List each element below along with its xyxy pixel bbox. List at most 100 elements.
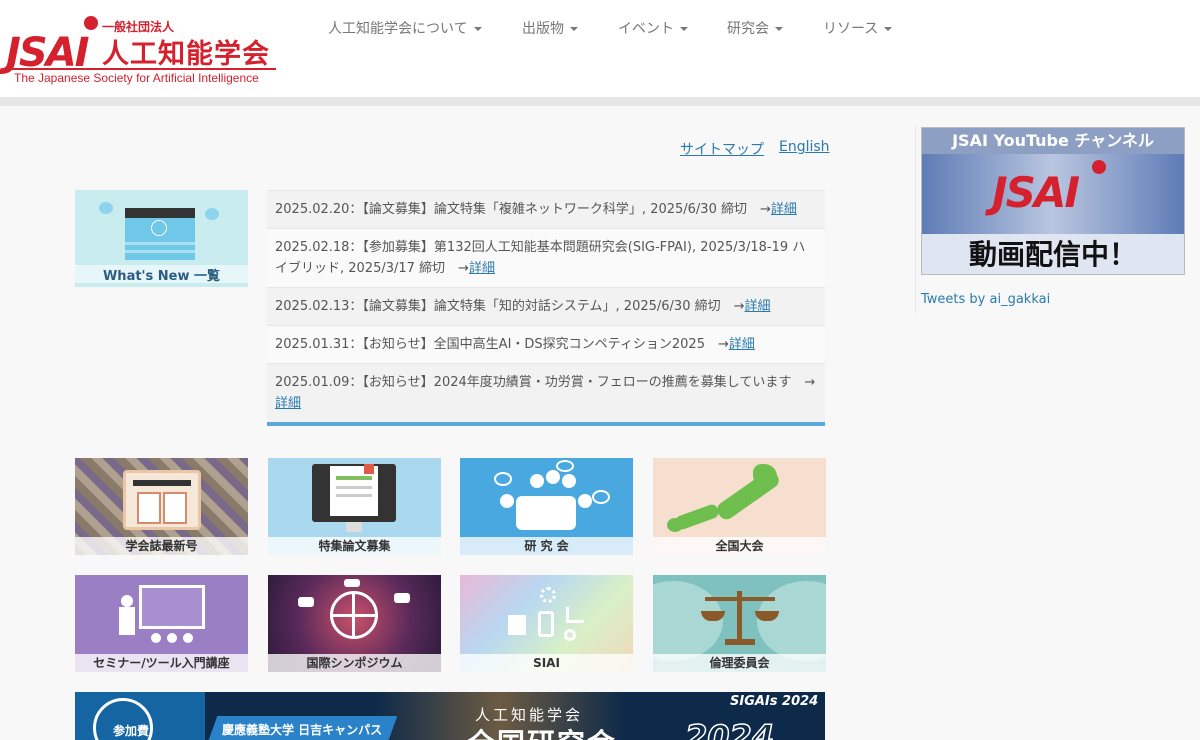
sidebar-divider <box>915 125 916 313</box>
nav-resources[interactable]: リソース <box>823 18 893 38</box>
caret-down-icon <box>775 27 783 31</box>
nav-events[interactable]: イベント <box>618 18 688 38</box>
nav-resources-label: リソース <box>823 21 879 37</box>
person-icon <box>500 494 514 508</box>
news-item: 2025.02.13：【論文募集】論文特集「知的対話システム」, 2025/6/… <box>267 287 825 325</box>
document-line <box>336 476 372 480</box>
document-corner <box>364 464 374 474</box>
nav-about-label: 人工知能学会について <box>328 21 468 37</box>
caret-down-icon <box>884 27 893 31</box>
sitemap-link[interactable]: サイトマップ <box>680 139 764 159</box>
audience-icon <box>151 633 161 643</box>
tile-ethics[interactable]: 倫理委員会 <box>653 575 826 672</box>
news-item: 2025.02.20：【論文募集】論文特集「複雑ネットワーク科学」, 2025/… <box>267 190 825 228</box>
speech-bubble-icon <box>205 208 219 220</box>
tweets-link[interactable]: Tweets by ai_gakkai <box>921 292 1050 307</box>
document-line <box>336 486 372 489</box>
caret-down-icon <box>473 27 482 31</box>
caret-down-icon <box>570 27 578 31</box>
tile-special-issue-label: 特集論文募集 <box>268 537 441 555</box>
scale-beam-icon <box>705 597 775 601</box>
news-detail-link[interactable]: 詳細 <box>771 202 797 217</box>
english-link[interactable]: English <box>779 139 830 155</box>
book-page-right-icon <box>163 492 187 524</box>
banner-year: 2024 <box>684 717 775 740</box>
nav-sig[interactable]: 研究会 <box>727 18 783 38</box>
scale-base-icon <box>725 639 755 645</box>
news-list: 2025.02.20：【論文募集】論文特集「複雑ネットワーク科学」, 2025/… <box>267 190 825 426</box>
logo-english: The Japanese Society for Artificial Inte… <box>14 71 259 85</box>
nav-sig-label: 研究会 <box>727 21 769 37</box>
tile-sig-label: 研 究 会 <box>460 537 633 555</box>
banner-place: 慶應義塾大学 日吉キャンパス <box>222 723 383 737</box>
monitor-stand <box>346 522 362 532</box>
speech-bubble-icon <box>99 202 113 214</box>
chat-icon <box>394 593 410 603</box>
tile-ethics-label: 倫理委員会 <box>653 654 826 672</box>
presenter-body <box>119 607 135 635</box>
gear-icon <box>540 587 556 603</box>
banner-title: 全国研究会 <box>467 722 617 740</box>
meeting-table-icon <box>516 496 576 530</box>
youtube-banner[interactable]: JSAI YouTube チャンネル JSAI 動画配信中！ <box>921 127 1185 275</box>
news-text: 2025.02.13：【論文募集】論文特集「知的対話システム」, 2025/6/… <box>275 299 745 314</box>
tile-seminar-label: セミナー/ツール入門講座 <box>75 654 248 672</box>
youtube-logo: JSAI <box>992 168 1080 217</box>
news-item: 2025.02.18：【参加募集】第132回人工知能基本問題研究会(SIG-FP… <box>267 228 825 287</box>
news-detail-link[interactable]: 詳細 <box>745 299 771 314</box>
whats-new-tile[interactable]: What's New 一覧 <box>75 190 248 287</box>
event-banner[interactable]: 参加費 慶應義塾大学 日吉キャンパス 人工知能学会 SIGAIs 2024 全国… <box>75 692 825 740</box>
caret-down-icon <box>680 27 688 31</box>
tablet-icon <box>123 470 201 530</box>
news-detail-link[interactable]: 詳細 <box>275 396 301 411</box>
audience-icon <box>183 633 193 643</box>
youtube-caption: 動画配信中！ <box>922 234 1184 274</box>
news-text: 2025.02.20：【論文募集】論文特集「複雑ネットワーク科学」, 2025/… <box>275 202 771 217</box>
magnifier-icon <box>564 629 576 641</box>
globe-equator <box>330 614 378 617</box>
smartphone-icon <box>538 611 554 637</box>
news-item: 2025.01.09：【お知らせ】2024年度功績賞・功労賞・フェローの推薦を募… <box>267 363 825 422</box>
news-detail-link[interactable]: 詳細 <box>729 337 755 352</box>
nav-publications[interactable]: 出版物 <box>522 18 578 38</box>
nav-publications-label: 出版物 <box>522 21 564 37</box>
nav-events-label: イベント <box>618 21 674 37</box>
banner-sigais: SIGAIs 2024 <box>730 694 819 709</box>
tile-sig[interactable]: 研 究 会 <box>460 458 633 555</box>
tile-annual-conference-label: 全国大会 <box>653 537 826 555</box>
notice-stripe <box>125 242 195 245</box>
notice-stripe <box>125 250 195 253</box>
tile-special-issue[interactable]: 特集論文募集 <box>268 458 441 555</box>
audience-icon <box>167 633 177 643</box>
logo-dot <box>84 16 98 30</box>
site-header: JSAI 一般社団法人 人工知能学会 The Japanese Society … <box>0 0 1200 97</box>
tile-intl-symposium[interactable]: 国際シンポジウム <box>268 575 441 672</box>
banner-fee: 参加費 <box>113 724 150 738</box>
speech-bubble-icon <box>494 472 512 486</box>
site-logo[interactable]: JSAI 一般社団法人 人工知能学会 The Japanese Society … <box>4 14 278 88</box>
tile-intl-symposium-label: 国際シンポジウム <box>268 654 441 672</box>
news-text: 2025.01.31：【お知らせ】全国中高生AI・DS探究コンペティション202… <box>275 337 729 352</box>
speech-bubble-icon <box>556 460 574 472</box>
logo-underline <box>4 68 276 70</box>
header-divider <box>0 97 1200 106</box>
japan-map-honshu <box>714 467 782 523</box>
news-detail-link[interactable]: 詳細 <box>469 261 495 276</box>
tile-siai[interactable]: SIAI <box>460 575 633 672</box>
chat-icon <box>298 597 314 607</box>
house-icon <box>508 615 526 635</box>
tile-seminar[interactable]: セミナー/ツール入門講座 <box>75 575 248 672</box>
tile-annual-conference[interactable]: 全国大会 <box>653 458 826 555</box>
document-line <box>336 494 372 497</box>
chat-icon <box>344 579 360 587</box>
tile-journal[interactable]: 学会誌最新号 <box>75 458 248 555</box>
whiteboard-icon <box>139 585 205 629</box>
news-text: 2025.02.18：【参加募集】第132回人工知能基本問題研究会(SIG-FP… <box>275 240 806 276</box>
chart-icon <box>566 607 584 623</box>
youtube-logo-dot <box>1092 160 1106 174</box>
nav-about[interactable]: 人工知能学会について <box>328 18 482 38</box>
news-text: 2025.01.09：【お知らせ】2024年度功績賞・功労賞・フェローの推薦を募… <box>275 375 816 390</box>
logo-name: 人工知能学会 <box>102 39 270 70</box>
youtube-title: JSAI YouTube チャンネル <box>922 128 1184 154</box>
person-icon <box>530 474 544 488</box>
